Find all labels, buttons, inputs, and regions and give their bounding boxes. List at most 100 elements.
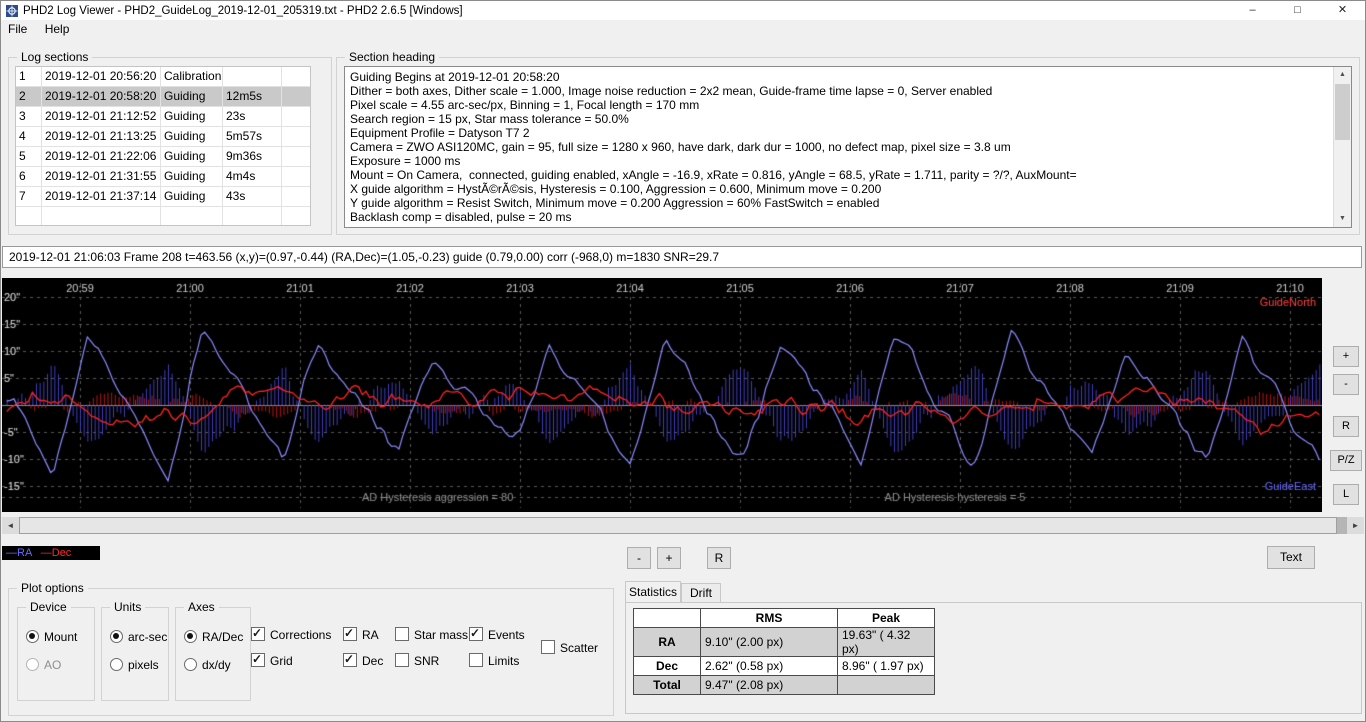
stats-dec-rms: 2.62" (0.58 px) (700, 656, 838, 676)
table-row[interactable]: 3 2019-12-01 21:12:52 Guiding 23s (16, 107, 310, 127)
heading-line: Y guide algorithm = Resist Switch, Minim… (350, 196, 880, 210)
row-num: 6 (16, 167, 42, 186)
stats-row-label: Dec (633, 656, 701, 676)
chart-l-button[interactable]: L (1333, 484, 1359, 505)
menu-file[interactable]: File (1, 20, 34, 39)
table-row[interactable] (16, 207, 310, 225)
scroll-left-icon[interactable]: ◄ (2, 517, 19, 534)
checkbox-snr[interactable]: SNR (395, 653, 439, 669)
scrollbar-thumb[interactable] (19, 517, 1337, 534)
radio-arcsec[interactable]: arc-sec (110, 630, 167, 646)
table-row[interactable]: 6 2019-12-01 21:31:55 Guiding 4m4s (16, 167, 310, 187)
row-time (42, 207, 161, 225)
log-sections-group: Log sections 1 2019-12-01 20:56:20 Calibra… (8, 50, 332, 235)
row-type: Guiding (161, 167, 223, 186)
chart-zoom-out-button[interactable]: - (1333, 374, 1359, 395)
checkbox-grid[interactable]: Grid (251, 652, 293, 669)
scrollbar-thumb[interactable] (1335, 84, 1350, 140)
section-heading-group: Section heading Guiding Begins at 2019-1… (336, 50, 1360, 235)
row-num: 3 (16, 107, 42, 126)
scroll-right-icon[interactable]: ► (1347, 517, 1364, 534)
radio-indicator (110, 658, 123, 671)
radio-pixels[interactable]: pixels (110, 658, 159, 674)
stats-row-dec: Dec 2.62" (0.58 px) 8.96" ( 1.97 px) (633, 656, 935, 676)
heading-line: Mount = On Camera, connected, guiding en… (350, 168, 1077, 182)
section-heading-text[interactable]: Guiding Begins at 2019-12-01 20:58:20 Di… (344, 66, 1352, 228)
checkbox-label: Grid (270, 654, 293, 668)
zoom-in-button[interactable]: + (657, 547, 681, 569)
table-row[interactable]: 2 2019-12-01 20:58:20 Guiding 12m5s (16, 87, 310, 107)
checkbox-label: Dec (362, 654, 384, 668)
checkbox-dec[interactable]: Dec (343, 652, 384, 669)
frame-status-line: 2019-12-01 21:06:03 Frame 208 t=463.56 (… (2, 246, 1362, 268)
scroll-down-icon[interactable]: ▼ (1334, 211, 1351, 227)
stats-row-label: Total (633, 675, 701, 695)
stats-header-peak: Peak (837, 608, 935, 628)
close-button[interactable]: ✕ (1320, 1, 1365, 20)
menu-help[interactable]: Help (38, 20, 77, 39)
table-row[interactable]: 1 2019-12-01 20:56:20 Calibration (16, 67, 310, 87)
radio-ao[interactable]: AO (26, 658, 61, 674)
horizontal-scrollbar[interactable]: ◄ ► (2, 517, 1364, 534)
row-duration: 43s (223, 187, 282, 206)
checkbox-corrections[interactable]: Corrections (251, 626, 332, 643)
table-row[interactable]: 7 2019-12-01 21:37:14 Guiding 43s (16, 187, 310, 207)
units-group: Units arc-sec pixels (101, 600, 169, 701)
chart-reset-button[interactable]: R (1333, 416, 1359, 437)
checkbox-label: Corrections (270, 628, 332, 642)
checkbox-ra[interactable]: RA (343, 626, 379, 643)
checkbox-label: Star mass (414, 628, 469, 642)
checkbox-star-mass[interactable]: Star mass (395, 627, 468, 643)
tab-statistics[interactable]: Statistics (625, 581, 681, 602)
row-num: 1 (16, 67, 42, 86)
row-duration: 9m36s (223, 147, 282, 166)
dec-line-sample: — (40, 547, 52, 559)
radio-indicator (26, 630, 39, 643)
checkbox-indicator (343, 626, 357, 641)
row-duration: 12m5s (223, 87, 282, 106)
radio-label: Mount (44, 630, 78, 644)
zoom-out-button[interactable]: - (627, 547, 651, 569)
chart-zoom-in-button[interactable]: + (1333, 346, 1359, 367)
checkbox-limits[interactable]: Limits (469, 653, 519, 669)
stats-header-row: RMS Peak (633, 608, 935, 628)
heading-line: Equipment Profile = Datyson T7 2 (350, 126, 530, 140)
radio-label: AO (44, 658, 62, 672)
plot-options-title: Plot options (17, 581, 88, 595)
heading-line: Search region = 15 px, Star mass toleran… (350, 112, 629, 126)
radio-radec[interactable]: RA/Dec (184, 630, 243, 646)
table-row[interactable]: 4 2019-12-01 21:13:25 Guiding 5m57s (16, 127, 310, 147)
radio-dxdy[interactable]: dx/dy (184, 658, 231, 674)
scroll-up-icon[interactable]: ▲ (1334, 67, 1351, 83)
heading-line: Backlash comp = disabled, pulse = 20 ms (350, 210, 572, 224)
checkbox-events[interactable]: Events (469, 626, 525, 643)
heading-line: X guide algorithm = HystÃ©rÃ©sis, Hyster… (350, 182, 882, 196)
guide-chart[interactable] (2, 278, 1322, 512)
radio-mount[interactable]: Mount (26, 630, 77, 646)
checkbox-indicator (469, 653, 483, 667)
row-time: 2019-12-01 21:37:14 (42, 187, 161, 206)
tab-drift[interactable]: Drift (681, 583, 721, 602)
window-title: PHD2 Log Viewer - PHD2_GuideLog_2019-12-… (23, 4, 463, 17)
row-time: 2019-12-01 20:56:20 (42, 67, 161, 86)
text-button[interactable]: Text (1267, 546, 1315, 569)
checkbox-label: RA (362, 628, 379, 642)
minimize-button[interactable]: – (1230, 1, 1275, 20)
row-num: 7 (16, 187, 42, 206)
maximize-button[interactable]: □ (1275, 1, 1320, 20)
vertical-scrollbar[interactable]: ▲ ▼ (1333, 67, 1351, 227)
row-type (161, 207, 223, 225)
reset-button[interactable]: R (707, 547, 731, 569)
row-duration: 5m57s (223, 127, 282, 146)
axes-group: Axes RA/Dec dx/dy (175, 600, 251, 701)
row-fill (282, 167, 310, 186)
chart-pz-button[interactable]: P/Z (1330, 450, 1362, 471)
checkbox-indicator (395, 653, 409, 667)
table-row[interactable]: 5 2019-12-01 21:22:06 Guiding 9m36s (16, 147, 310, 167)
statistics-page: RMS Peak RA 9.10" (2.00 px) 19.63" ( 4.3… (625, 602, 1362, 714)
row-num: 4 (16, 127, 42, 146)
row-fill (282, 207, 310, 225)
checkbox-scatter[interactable]: Scatter (541, 640, 598, 656)
row-fill (282, 147, 310, 166)
legend-dec: —Dec (40, 547, 72, 559)
